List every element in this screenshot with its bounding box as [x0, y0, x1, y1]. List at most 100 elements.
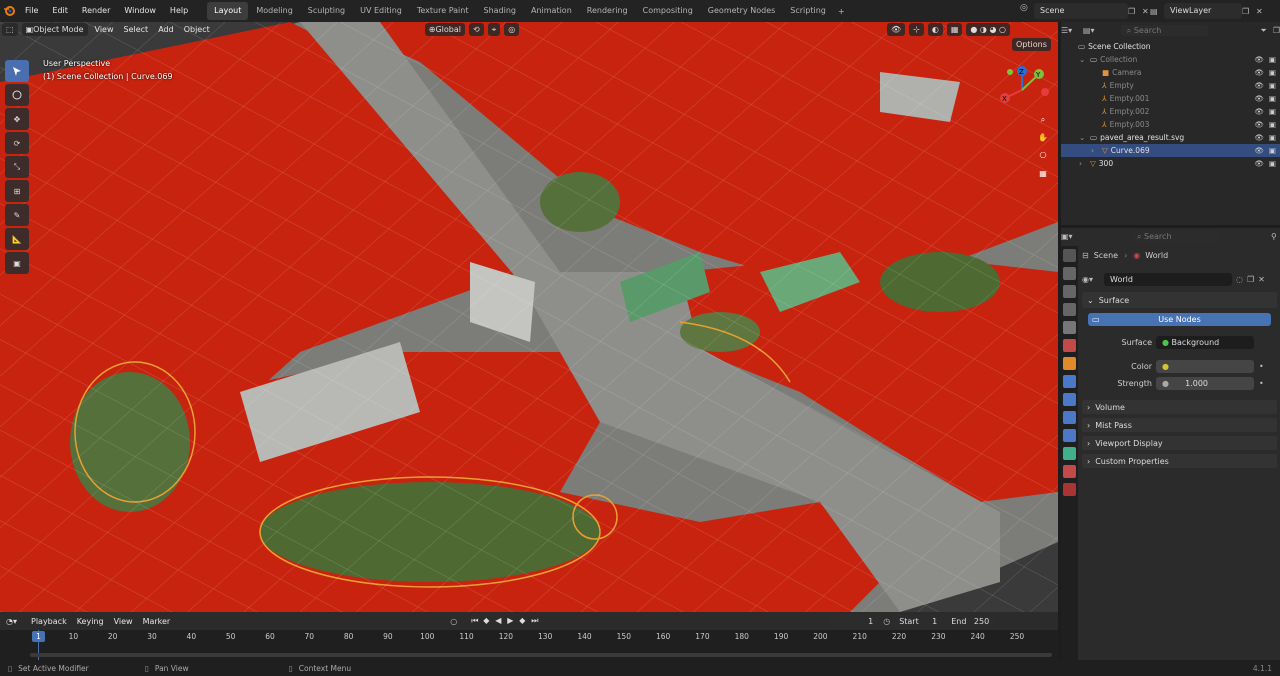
annotate-tool-icon[interactable]: ✎: [5, 204, 29, 226]
panel-viewport-display[interactable]: › Viewport Display: [1082, 436, 1277, 450]
outliner-row[interactable]: ⌄ ▭ paved_area_result.svg 👁 ▣: [1061, 131, 1280, 144]
outliner-row[interactable]: ■ Camera 👁 ▣: [1061, 66, 1280, 79]
timeline-menu-marker[interactable]: Marker: [138, 614, 176, 629]
outliner-row[interactable]: ⅄ Empty 👁 ▣: [1061, 79, 1280, 92]
view-layer-icon[interactable]: ▤: [1150, 7, 1164, 16]
constraints-tab-icon[interactable]: [1063, 429, 1076, 442]
jump-start-icon[interactable]: ⏮: [471, 616, 483, 626]
overlay-icon[interactable]: ◐: [927, 23, 943, 36]
blender-logo-icon[interactable]: [0, 0, 18, 22]
timeline-scrollbar[interactable]: [30, 653, 1052, 657]
menu-render[interactable]: Render: [75, 0, 117, 22]
tab-uv-editing[interactable]: UV Editing: [353, 2, 409, 20]
timeline-menu-view[interactable]: View: [109, 614, 138, 629]
new-collection-icon[interactable]: ❐: [1273, 26, 1280, 35]
menu-edit[interactable]: Edit: [45, 0, 75, 22]
pan-hand-icon[interactable]: ✋: [1035, 133, 1051, 149]
add-cube-tool-icon[interactable]: ▣: [5, 252, 29, 274]
preview-range-icon[interactable]: ◷: [883, 617, 890, 626]
3d-viewport[interactable]: [0, 22, 1058, 612]
fake-user-icon[interactable]: ◌: [1236, 275, 1243, 284]
strength-field[interactable]: ● 1.000: [1156, 377, 1254, 390]
visibility-eye-icon[interactable]: 👁: [1254, 146, 1264, 155]
new-world-icon[interactable]: ❐: [1247, 275, 1254, 284]
timeline-menu-keying[interactable]: Keying: [72, 614, 109, 629]
current-frame-field[interactable]: 1: [829, 614, 880, 628]
expand-arrow-icon[interactable]: ⌄: [1079, 55, 1087, 64]
outliner-search-input[interactable]: ⌕ Search: [1120, 25, 1209, 36]
expand-arrow-icon[interactable]: ›: [1079, 159, 1087, 168]
object-tab-icon[interactable]: [1063, 357, 1076, 370]
add-workspace-button[interactable]: +: [834, 7, 849, 16]
end-frame-field[interactable]: End 250: [945, 614, 996, 628]
viewport-menu-object[interactable]: Object: [179, 22, 215, 37]
physics-tab-icon[interactable]: [1063, 411, 1076, 424]
strength-keyframe-icon[interactable]: •: [1259, 379, 1264, 388]
jump-end-icon[interactable]: ⏭: [531, 616, 543, 626]
viewport-menu-add[interactable]: Add: [153, 22, 179, 37]
viewport-menu-select[interactable]: Select: [119, 22, 154, 37]
delete-view-layer-icon[interactable]: ✕: [1256, 7, 1270, 16]
visibility-eye-icon[interactable]: 👁: [1254, 68, 1264, 77]
new-scene-icon[interactable]: ❐: [1128, 7, 1142, 16]
render-camera-icon[interactable]: ▣: [1269, 68, 1276, 77]
unlink-world-icon[interactable]: ✕: [1258, 275, 1265, 284]
surface-panel-header[interactable]: ⌄ Surface: [1082, 292, 1277, 308]
rotate-tool-icon[interactable]: ⟳: [5, 132, 29, 154]
world-name-field[interactable]: World: [1104, 272, 1232, 286]
world-tab-icon[interactable]: [1063, 339, 1076, 352]
visibility-eye-icon[interactable]: 👁: [1254, 159, 1264, 168]
outliner-row[interactable]: ▭ Scene Collection: [1061, 40, 1280, 53]
tab-sculpting[interactable]: Sculpting: [301, 2, 352, 20]
tab-layout[interactable]: Layout: [207, 2, 249, 20]
modifier-tab-icon[interactable]: [1063, 375, 1076, 388]
clock-icon[interactable]: ◔▾: [0, 617, 26, 626]
filter-mode-icon[interactable]: ▤▾: [1083, 26, 1105, 35]
view-layer-field[interactable]: ViewLayer: [1164, 3, 1242, 19]
measure-tool-icon[interactable]: 📐: [5, 228, 29, 250]
output-tab-icon[interactable]: [1063, 285, 1076, 298]
play-reverse-icon[interactable]: ◀: [495, 616, 507, 626]
tab-texture-paint[interactable]: Texture Paint: [410, 2, 476, 20]
color-field[interactable]: ●: [1156, 360, 1254, 373]
visibility-eye-icon[interactable]: 👁: [1254, 120, 1264, 129]
outliner-row[interactable]: ⅄ Empty.002 👁 ▣: [1061, 105, 1280, 118]
playhead-marker[interactable]: 1: [32, 631, 45, 642]
scene-name-field[interactable]: Scene: [1034, 3, 1128, 19]
cursor-tool-icon[interactable]: [5, 84, 29, 106]
menu-file[interactable]: File: [18, 0, 45, 22]
outliner-row[interactable]: ⅄ Empty.001 👁 ▣: [1061, 92, 1280, 105]
zoom-icon[interactable]: ⌕: [1035, 115, 1051, 131]
use-nodes-button[interactable]: ▭ Use Nodes: [1088, 313, 1271, 326]
render-camera-icon[interactable]: ▣: [1269, 146, 1276, 155]
tab-modeling[interactable]: Modeling: [249, 2, 299, 20]
scene-tab-icon[interactable]: [1063, 321, 1076, 334]
gizmo-toggle-icon[interactable]: ⊹: [909, 23, 924, 36]
visibility-eye-icon[interactable]: 👁: [1254, 55, 1264, 64]
pin-icon[interactable]: ⚲: [1271, 232, 1277, 241]
expand-arrow-icon[interactable]: ⌄: [1079, 133, 1087, 142]
properties-search-input[interactable]: ⌕ Search: [1131, 231, 1221, 242]
play-icon[interactable]: ▶: [507, 616, 519, 626]
outliner-row[interactable]: ⅄ Empty.003 👁 ▣: [1061, 118, 1280, 131]
outliner-editor-icon[interactable]: ☰▾: [1061, 26, 1083, 35]
surface-shader-field[interactable]: ● Background: [1156, 336, 1254, 349]
render-camera-icon[interactable]: ▣: [1269, 81, 1276, 90]
shading-mode-icons[interactable]: ● ◑ ◕ ○: [966, 23, 1010, 36]
object-mode-dropdown[interactable]: ▣ Object Mode: [21, 23, 88, 36]
camera-view-icon[interactable]: ⎔: [1035, 151, 1051, 167]
particles-tab-icon[interactable]: [1063, 393, 1076, 406]
render-camera-icon[interactable]: ▣: [1269, 133, 1276, 142]
menu-window[interactable]: Window: [117, 0, 163, 22]
transform-tool-icon[interactable]: ⊞: [5, 180, 29, 202]
properties-editor-icon[interactable]: ▣▾: [1061, 232, 1083, 241]
scale-tool-icon[interactable]: ⤡: [5, 156, 29, 178]
move-tool-icon[interactable]: ✥: [5, 108, 29, 130]
render-camera-icon[interactable]: ▣: [1269, 55, 1276, 64]
visibility-eye-icon[interactable]: 👁: [1254, 81, 1264, 90]
tool-tab-icon[interactable]: [1063, 249, 1076, 262]
visibility-icon[interactable]: 👁: [887, 23, 906, 36]
timeline-menu-playback[interactable]: Playback: [26, 614, 72, 629]
snap-icon[interactable]: ⌖: [487, 23, 501, 36]
tab-animation[interactable]: Animation: [524, 2, 579, 20]
